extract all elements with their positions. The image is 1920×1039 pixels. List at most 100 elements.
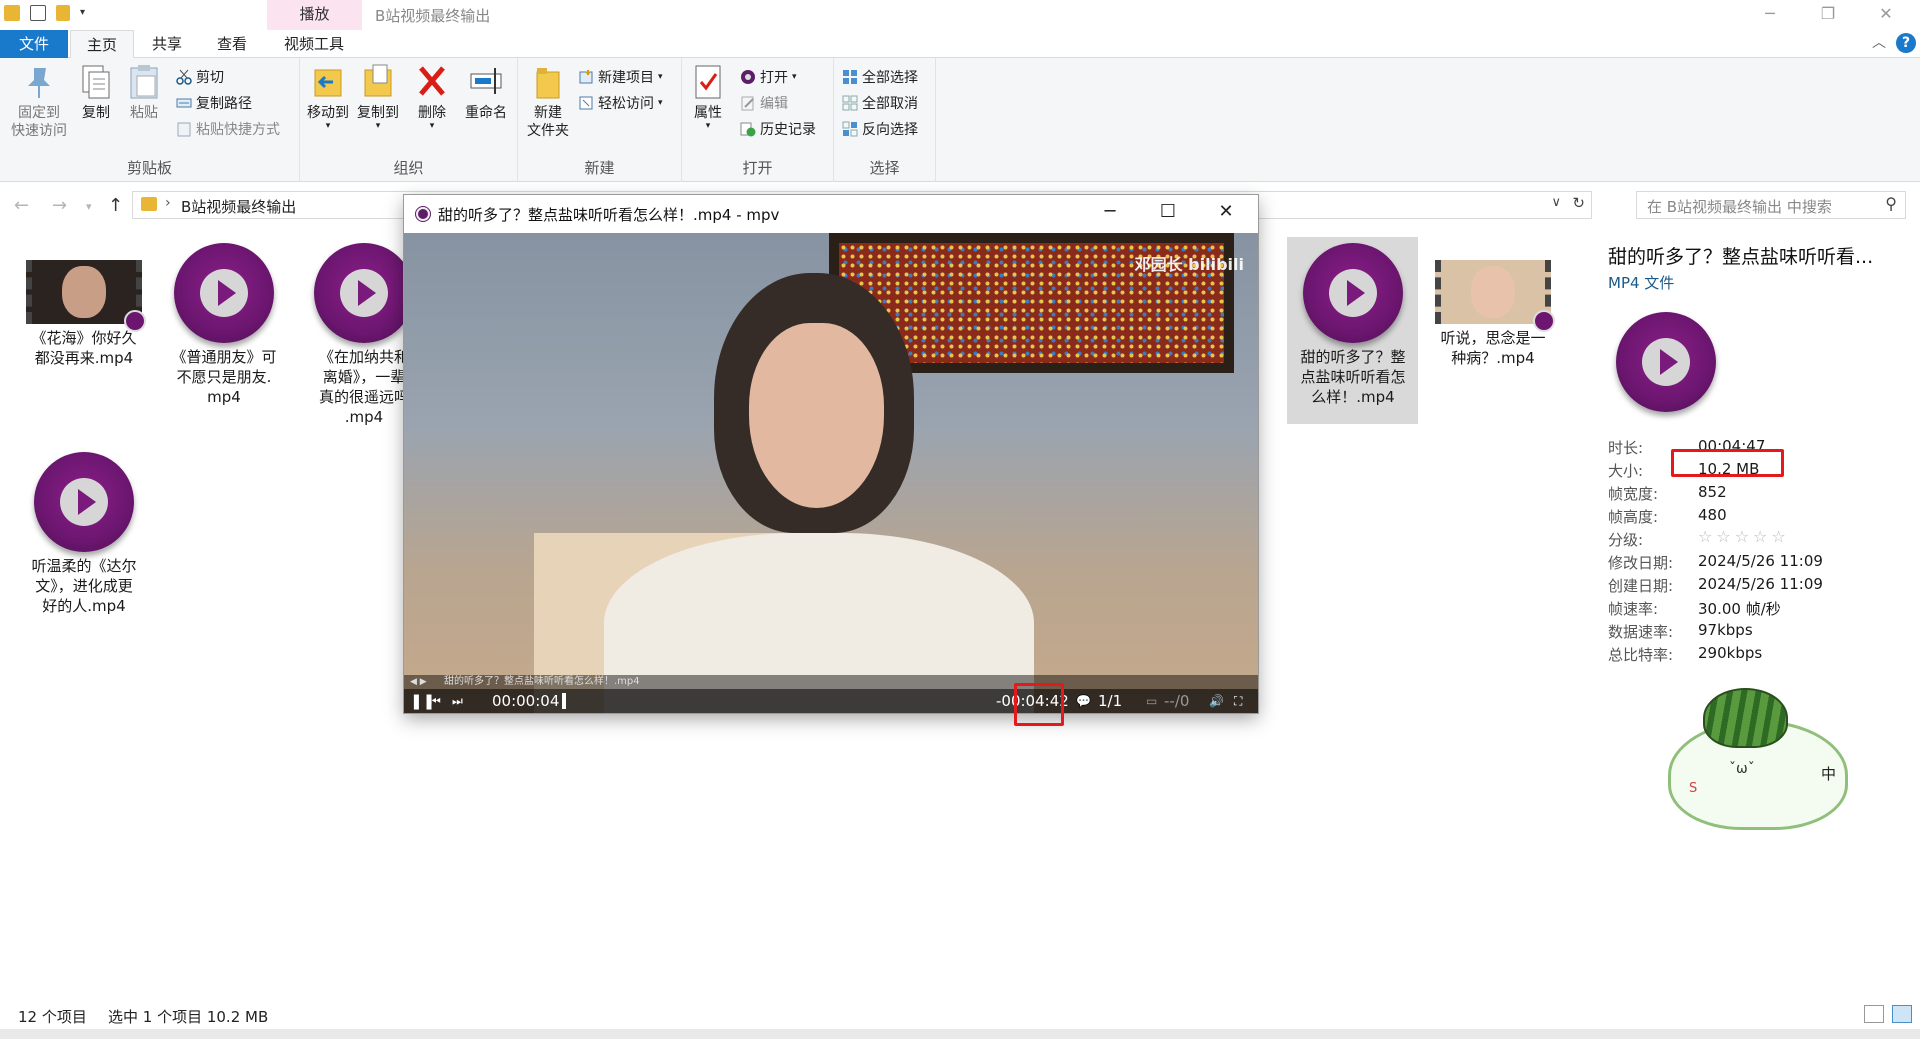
skip-back-icon[interactable]: ⏮ (430, 694, 441, 709)
tab-share[interactable]: 共享 (136, 30, 198, 58)
group-clipboard: 固定到 快速访问 复制 粘贴 剪切 复制路径 粘贴快捷方式 剪贴板 (0, 58, 300, 182)
rating-stars[interactable]: ☆☆☆☆☆ (1698, 527, 1790, 546)
window-title: B站视频最终输出 (375, 7, 491, 25)
search-icon[interactable]: ⚲ (1885, 194, 1897, 213)
chapter-indicator[interactable]: 1/1 (1098, 692, 1122, 710)
mpv-maximize-button[interactable]: ☐ (1148, 201, 1188, 222)
file-item[interactable]: 《花海》你好久 都没再来.mp4 (20, 237, 148, 368)
paste-button[interactable]: 粘贴 (124, 64, 164, 122)
history-icon (740, 121, 756, 137)
folder-icon[interactable] (4, 5, 20, 21)
group-label-new: 新建 (584, 159, 615, 177)
new-folder-icon[interactable] (56, 5, 70, 21)
chapter-speech-icon[interactable]: 💬 (1076, 694, 1091, 708)
mpv-minimize-button[interactable]: ─ (1090, 201, 1130, 222)
copy-path-button[interactable]: 复制路径 (176, 92, 252, 114)
ribbon-collapse-icon[interactable]: ︿ (1872, 32, 1886, 52)
current-time[interactable]: 00:00:04 (492, 692, 559, 710)
copy-button[interactable]: 复制 (76, 64, 116, 122)
history-button[interactable]: 历史记录 (740, 118, 816, 140)
new-item-icon (578, 69, 594, 85)
volume-icon[interactable]: 🔊 (1209, 694, 1224, 708)
help-icon[interactable]: ? (1896, 33, 1916, 53)
mpv-title-bar[interactable]: 甜的听多了？整点盐味听听看怎么样！.mp4 - mpv ─ ☐ ✕ (404, 195, 1258, 233)
file-item[interactable]: 听说，思念是一 种病？.mp4 (1429, 237, 1557, 368)
delete-button[interactable]: 删除 ▾ (412, 64, 452, 131)
prop-value-frame-height: 480 (1698, 506, 1727, 524)
recent-locations-chevron-icon[interactable]: ▾ (86, 200, 92, 213)
maximize-button[interactable]: ❐ (1799, 0, 1857, 30)
tab-home[interactable]: 主页 (70, 30, 134, 59)
group-label-select: 选择 (869, 159, 900, 177)
large-icons-view-icon[interactable] (1892, 1005, 1912, 1023)
open-button[interactable]: 打开 ▾ (740, 66, 797, 88)
file-item-selected[interactable]: 甜的听多了？整 点盐味听听看怎 么样！.mp4 (1289, 237, 1417, 407)
breadcrumb-chevron-icon[interactable]: › (165, 195, 171, 211)
details-pane: 甜的听多了？整点盐味听听看... MP4 文件 时长: 00:04:47 大小:… (1600, 230, 1920, 1020)
person-face (749, 323, 884, 508)
back-arrow-icon[interactable]: ← (14, 195, 29, 216)
prop-value-modified: 2024/5/26 11:09 (1698, 552, 1823, 570)
paste-shortcut-button[interactable]: 粘贴快捷方式 (176, 118, 280, 140)
details-view-icon[interactable] (1864, 1005, 1884, 1023)
select-all-button[interactable]: 全部选择 (842, 66, 918, 88)
seek-bar-handle[interactable] (562, 693, 566, 709)
ribbon: 固定到 快速访问 复制 粘贴 剪切 复制路径 粘贴快捷方式 剪贴板 移动到 ▾ … (0, 58, 1920, 182)
up-arrow-icon[interactable]: ↑ (108, 195, 123, 216)
search-input[interactable]: 在 B站视频最终输出 中搜索 ⚲ (1636, 191, 1906, 219)
video-frame[interactable]: 邓园长 bilibili ◀ ▶ 甜的听多了？整点盐味听听看怎么样！.mp4 ❚… (404, 233, 1258, 713)
invert-selection-label: 反向选择 (862, 122, 918, 138)
close-button[interactable]: ✕ (1857, 0, 1915, 30)
video-thumbnail (26, 260, 146, 332)
refresh-icon[interactable]: ↻ (1572, 194, 1585, 212)
rename-button[interactable]: 重命名 (460, 64, 512, 122)
easy-access-button[interactable]: 轻松访问 ▾ (578, 92, 663, 114)
subtitle-icon[interactable]: ▭ (1146, 694, 1157, 708)
sticker-face: ˇωˇ (1729, 761, 1755, 777)
move-to-button[interactable]: 移动到 ▾ (304, 64, 352, 131)
rename-icon (469, 64, 503, 100)
edit-button[interactable]: 编辑 (740, 92, 788, 114)
osc-filename-bar: ◀ ▶ 甜的听多了？整点盐味听听看怎么样！.mp4 (404, 675, 1258, 689)
mpv-window[interactable]: 甜的听多了？整点盐味听听看怎么样！.mp4 - mpv ─ ☐ ✕ 邓园长 bi… (404, 195, 1258, 713)
properties-check-icon[interactable] (30, 5, 46, 21)
select-none-button[interactable]: 全部取消 (842, 92, 918, 114)
annotation-box-file-size (1671, 449, 1784, 477)
prop-label-total-bitrate: 总比特率: (1608, 646, 1674, 664)
prop-value-created: 2024/5/26 11:09 (1698, 575, 1823, 593)
new-folder-icon (531, 64, 565, 100)
breadcrumb[interactable]: B站视频最终输出 (181, 196, 296, 217)
tab-video-tools[interactable]: 视频工具 (266, 30, 362, 58)
invert-selection-button[interactable]: 反向选择 (842, 118, 918, 140)
playlist-prev-next-icon[interactable]: ◀ ▶ (410, 675, 427, 689)
open-label: 打开 (760, 70, 788, 86)
properties-check-icon (691, 64, 725, 100)
new-item-button[interactable]: 新建项目 ▾ (578, 66, 663, 88)
mpv-close-button[interactable]: ✕ (1206, 201, 1246, 222)
forward-arrow-icon[interactable]: → (52, 195, 67, 216)
select-none-label: 全部取消 (862, 96, 918, 112)
contextual-tab-play[interactable]: 播放 (267, 0, 362, 30)
mpv-small-icon (740, 69, 756, 85)
tab-view[interactable]: 查看 (200, 30, 264, 58)
details-mpv-icon (1616, 312, 1716, 412)
pin-quick-access-button[interactable]: 固定到 快速访问 (6, 64, 72, 140)
prop-label-size: 大小: (1608, 462, 1644, 480)
fullscreen-icon[interactable]: ⛶ (1234, 694, 1242, 709)
move-to-icon (311, 64, 345, 100)
details-file-type: MP4 文件 (1608, 274, 1675, 292)
file-item[interactable]: 听温柔的《达尔 文》，进化成更 好的人.mp4 (20, 446, 148, 616)
prop-label-frame-height: 帧高度: (1608, 508, 1659, 526)
subtitle-indicator[interactable]: --/0 (1164, 692, 1189, 710)
copy-to-button[interactable]: 复制到 ▾ (354, 64, 402, 131)
tab-file[interactable]: 文件 (0, 30, 68, 58)
properties-button[interactable]: 属性 ▾ (686, 64, 730, 131)
minimize-button[interactable]: ─ (1741, 0, 1799, 30)
customize-toolbar-chevron-icon[interactable]: ▾ (80, 5, 90, 21)
address-dropdown-chevron-icon[interactable]: ∨ (1551, 195, 1561, 210)
new-folder-button[interactable]: 新建 文件夹 (524, 64, 572, 140)
skip-forward-icon[interactable]: ⏭ (452, 694, 463, 709)
paste-icon (127, 64, 161, 100)
cut-button[interactable]: 剪切 (176, 66, 224, 88)
file-item[interactable]: 《普通朋友》可 不愿只是朋友. mp4 (160, 237, 288, 407)
